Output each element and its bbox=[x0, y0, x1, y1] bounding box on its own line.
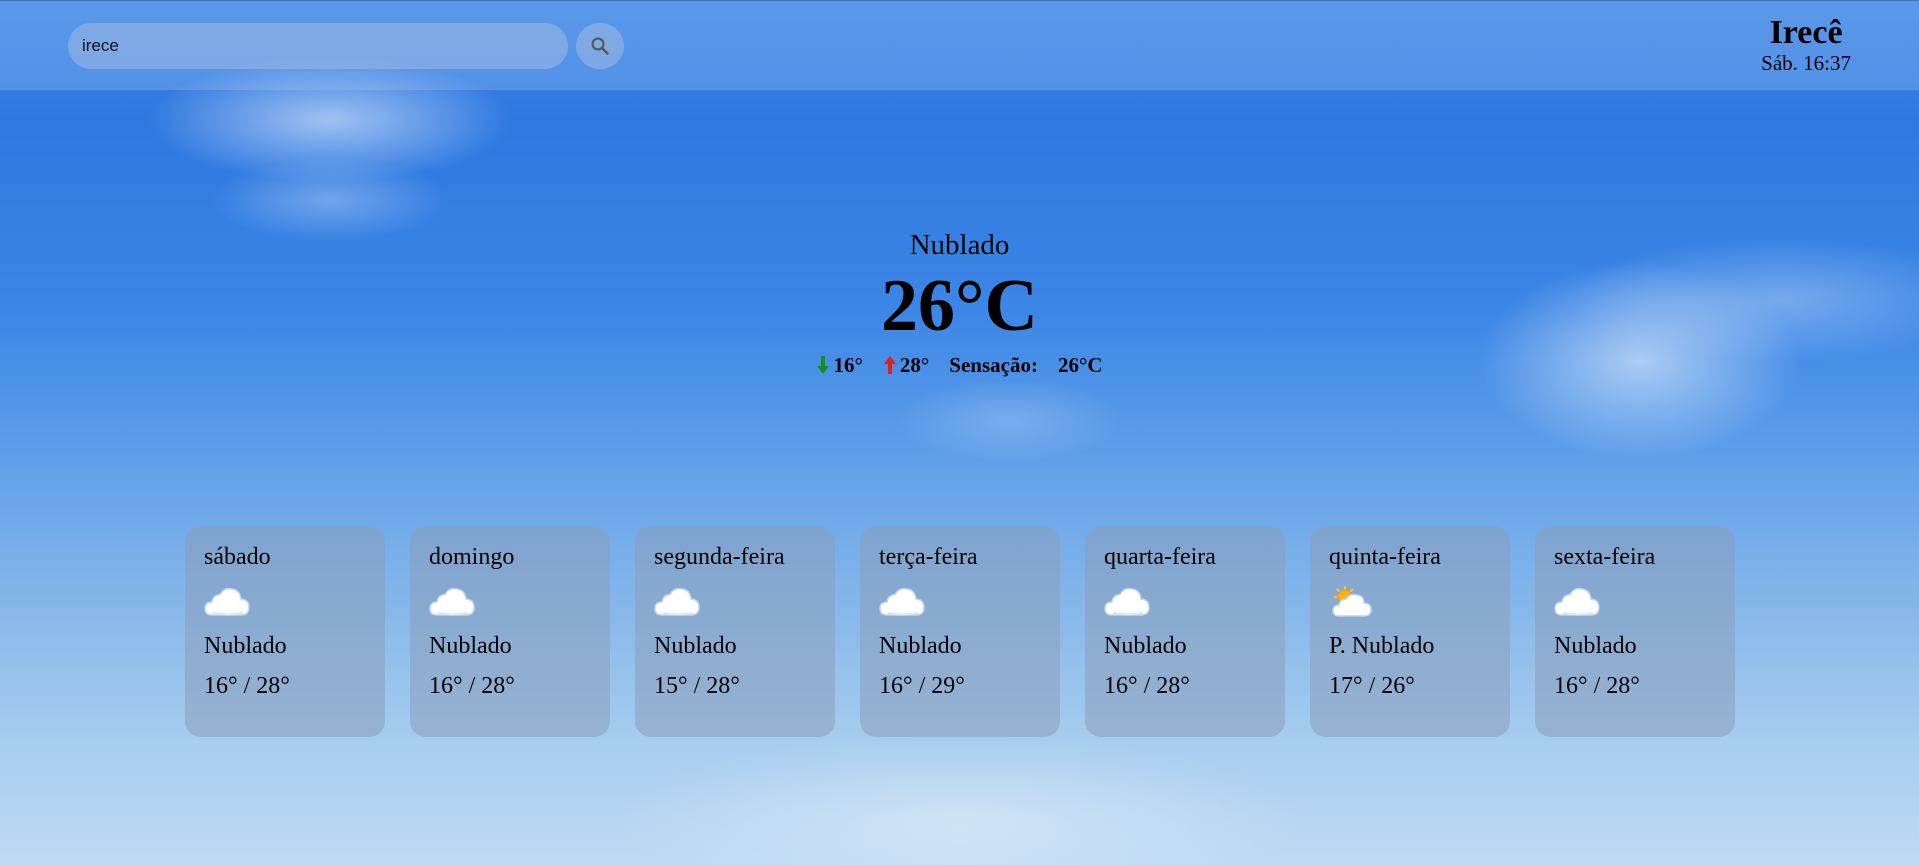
max-temp-value: 28° bbox=[899, 353, 930, 377]
forecast-day: terça-feira bbox=[879, 544, 978, 570]
forecast-day: quarta-feira bbox=[1104, 544, 1216, 570]
forecast-day: domingo bbox=[429, 544, 515, 570]
forecast-condition: Nublado bbox=[879, 633, 962, 659]
arrow-up-icon bbox=[883, 356, 896, 374]
cloud-icon bbox=[879, 586, 1041, 618]
forecast-day: sábado bbox=[204, 544, 271, 570]
min-temp: 16° bbox=[816, 352, 863, 378]
forecast-card-quarta[interactable]: quarta-feira Nublado 16° / 28° bbox=[1085, 526, 1285, 737]
search-icon bbox=[591, 37, 609, 55]
cloud-icon bbox=[654, 586, 816, 618]
forecast-card-terca[interactable]: terça-feira Nublado 16° / 29° bbox=[860, 526, 1060, 737]
forecast-card-sabado[interactable]: sábado Nublado 16° / 28° bbox=[185, 526, 385, 737]
forecast-range: 15° / 28° bbox=[654, 673, 740, 699]
arrow-down-icon bbox=[817, 356, 830, 374]
forecast-card-quinta[interactable]: quinta-feira P. Nublado 17° / 26° bbox=[1310, 526, 1510, 737]
forecast-condition: Nublado bbox=[1104, 633, 1187, 659]
forecast-range: 16° / 28° bbox=[1104, 673, 1190, 699]
min-temp-value: 16° bbox=[833, 353, 863, 377]
search-input[interactable] bbox=[68, 23, 568, 69]
city-name: Irecê bbox=[1769, 14, 1843, 51]
cloud-icon bbox=[429, 586, 591, 618]
forecast-card-segunda[interactable]: segunda-feira Nublado 15° / 28° bbox=[635, 526, 835, 737]
forecast-range: 17° / 26° bbox=[1329, 673, 1415, 699]
search-button[interactable] bbox=[576, 23, 624, 69]
forecast-range: 16° / 28° bbox=[1554, 673, 1640, 699]
forecast-condition: Nublado bbox=[1554, 633, 1637, 659]
current-weather: Nublado 26°C 16° 28° Sensação: 26°C bbox=[0, 228, 1919, 378]
forecast-condition: Nublado bbox=[429, 633, 512, 659]
current-temperature: 26°C bbox=[880, 265, 1039, 347]
cloud-icon bbox=[1104, 586, 1266, 618]
current-condition: Nublado bbox=[909, 229, 1010, 261]
forecast-card-sexta[interactable]: sexta-feira Nublado 16° / 28° bbox=[1535, 526, 1735, 737]
temperature-stats: 16° 28° Sensação: 26°C bbox=[0, 352, 1919, 378]
location-header: Irecê Sáb. 16:37 bbox=[1761, 14, 1851, 76]
forecast-range: 16° / 29° bbox=[879, 673, 965, 699]
cloud-icon bbox=[204, 586, 366, 618]
forecast-card-domingo[interactable]: domingo Nublado 16° / 28° bbox=[410, 526, 610, 737]
forecast-day: quinta-feira bbox=[1329, 544, 1441, 570]
sun-behind-cloud-icon bbox=[1329, 585, 1491, 618]
max-temp: 28° bbox=[883, 352, 929, 378]
forecast-range: 16° / 28° bbox=[204, 673, 290, 699]
forecast-day: segunda-feira bbox=[654, 544, 785, 570]
date-time: Sáb. 16:37 bbox=[1761, 51, 1851, 75]
top-bar: Irecê Sáb. 16:37 bbox=[0, 0, 1919, 90]
feels-like-label: Sensação: bbox=[949, 353, 1038, 377]
forecast-condition: Nublado bbox=[204, 633, 287, 659]
cloud-icon bbox=[1554, 586, 1716, 618]
forecast-list: sábado Nublado 16° / 28° domingo Nublado… bbox=[185, 526, 1735, 737]
forecast-range: 16° / 28° bbox=[429, 673, 515, 699]
feels-like-value: 26°C bbox=[1057, 353, 1103, 377]
forecast-condition: Nublado bbox=[654, 633, 737, 659]
forecast-condition: P. Nublado bbox=[1329, 633, 1435, 659]
forecast-day: sexta-feira bbox=[1554, 544, 1656, 570]
